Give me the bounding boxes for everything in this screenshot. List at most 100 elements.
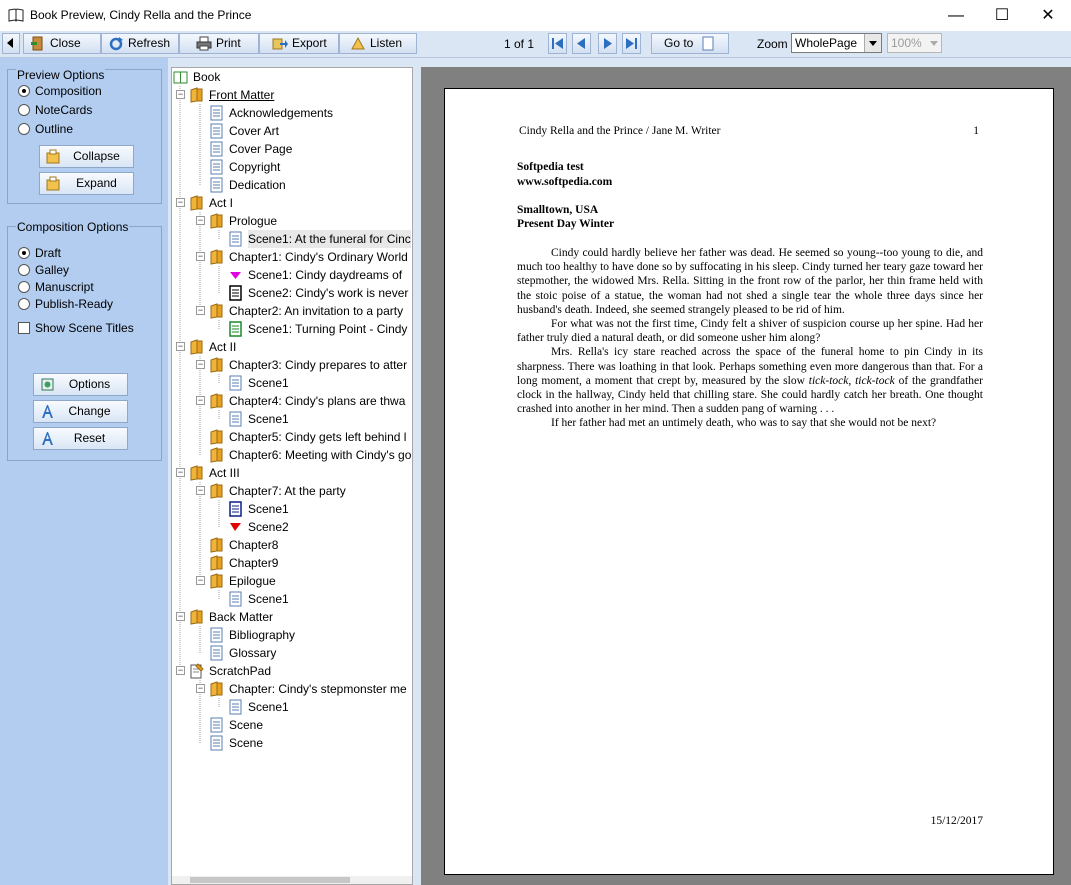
collapse-toggle[interactable]: −	[176, 342, 185, 351]
goto-button[interactable]: Go to	[651, 33, 729, 54]
zoom-select[interactable]: WholePage	[791, 33, 882, 53]
previous-page-button[interactable]	[572, 33, 591, 54]
folder-icon	[210, 483, 223, 499]
folder-icon	[210, 447, 223, 463]
refresh-icon	[109, 37, 123, 51]
print-button[interactable]: Print	[179, 33, 259, 54]
collapse-button[interactable]: Collapse	[39, 145, 134, 168]
document-icon	[229, 591, 242, 607]
reset-button[interactable]: Reset	[33, 427, 128, 450]
collapse-toggle[interactable]: −	[176, 612, 185, 621]
last-page-icon	[626, 38, 637, 49]
splitter[interactable]	[413, 58, 421, 885]
collapse-toggle[interactable]: −	[196, 396, 205, 405]
collapse-toggle[interactable]: −	[196, 576, 205, 585]
document-icon	[210, 141, 223, 157]
collapse-toggle[interactable]: −	[176, 468, 185, 477]
red-flag-icon	[230, 523, 241, 531]
folder-icon	[210, 393, 223, 409]
font-a-icon	[42, 405, 53, 418]
document-icon	[210, 735, 223, 751]
page-indicator: 1 of 1	[504, 37, 535, 51]
radio-galley[interactable]: Galley	[18, 262, 69, 278]
collapse-toggle[interactable]: −	[176, 198, 185, 207]
export-button[interactable]: Export	[259, 33, 339, 54]
folder-icon	[190, 87, 203, 103]
tree-header-gap	[171, 58, 413, 67]
scrollbar-thumb[interactable]	[190, 877, 350, 883]
collapse-toggle[interactable]: −	[196, 684, 205, 693]
author-line-1: Softpedia test	[517, 161, 584, 173]
collapse-panel-button[interactable]	[2, 33, 20, 54]
document-icon	[229, 231, 242, 247]
chevron-down-icon[interactable]	[864, 34, 881, 52]
folder-icon	[210, 357, 223, 373]
close-button[interactable]: Close	[23, 33, 101, 54]
folder-icon	[210, 249, 223, 265]
radio-outline[interactable]: Outline	[18, 121, 73, 137]
preview-header-gap	[421, 58, 1071, 67]
expand-icon	[46, 176, 60, 191]
document-icon	[210, 123, 223, 139]
window-title: Book Preview, Cindy Rella and the Prince	[30, 8, 252, 22]
folder-icon	[190, 195, 203, 211]
folder-icon	[210, 213, 223, 229]
notepad-icon	[190, 663, 204, 679]
change-button[interactable]: Change	[33, 400, 128, 423]
door-exit-icon	[31, 36, 43, 51]
collapse-icon	[46, 149, 60, 164]
folder-icon	[190, 609, 203, 625]
goto-label: Go to	[664, 36, 694, 50]
page-number: 1	[973, 125, 979, 137]
paragraph: For what was not the first time, Cindy f…	[517, 318, 983, 345]
collapse-toggle[interactable]: −	[196, 486, 205, 495]
last-page-button[interactable]	[622, 33, 641, 54]
preview-page: Cindy Rella and the Prince / Jane M. Wri…	[444, 88, 1054, 875]
collapse-toggle[interactable]: −	[176, 666, 185, 675]
maximize-button[interactable]: ☐	[979, 0, 1025, 31]
blue-document-icon	[229, 501, 242, 517]
page-body: Cindy could hardly believe her father wa…	[517, 246, 983, 431]
folder-icon	[210, 303, 223, 319]
export-icon	[272, 38, 288, 50]
zoom-percent-select: 100%	[887, 33, 942, 53]
listen-button[interactable]: Listen	[339, 33, 417, 54]
first-page-icon	[552, 38, 563, 49]
radio-composition[interactable]: Composition	[18, 83, 102, 99]
document-icon	[229, 699, 242, 715]
expand-button[interactable]: Expand	[39, 172, 134, 195]
collapse-toggle[interactable]: −	[196, 360, 205, 369]
triangle-left-icon	[7, 38, 13, 48]
title-bar: Book Preview, Cindy Rella and the Prince…	[0, 0, 1071, 32]
document-icon	[210, 159, 223, 175]
page-icon	[702, 36, 714, 51]
next-page-icon	[604, 38, 612, 49]
book-icon	[8, 8, 24, 22]
first-page-button[interactable]	[548, 33, 567, 54]
export-label: Export	[292, 36, 327, 50]
collapse-toggle[interactable]: −	[196, 306, 205, 315]
radio-publish-ready[interactable]: Publish-Ready	[18, 296, 113, 312]
radio-manuscript[interactable]: Manuscript	[18, 279, 94, 295]
green-document-icon	[229, 321, 242, 337]
font-a-icon	[42, 432, 53, 445]
radio-notecards[interactable]: NoteCards	[18, 102, 92, 118]
close-label: Close	[50, 36, 81, 50]
collapse-toggle[interactable]: −	[176, 90, 185, 99]
listen-label: Listen	[370, 36, 403, 50]
close-window-button[interactable]: ✕	[1025, 0, 1071, 31]
book-tree[interactable]: Book − Front Matter Acknowledgements Cov…	[171, 67, 413, 885]
minimize-button[interactable]: —	[933, 0, 979, 31]
tree-horizontal-scrollbar[interactable]	[172, 876, 412, 884]
show-scene-titles-checkbox[interactable]: Show Scene Titles	[18, 320, 134, 336]
options-button[interactable]: Options	[33, 373, 128, 396]
next-page-button[interactable]	[598, 33, 617, 54]
document-icon	[210, 627, 223, 643]
collapse-toggle[interactable]: −	[196, 216, 205, 225]
setting-line-1: Smalltown, USA	[517, 204, 599, 216]
collapse-toggle[interactable]: −	[196, 252, 205, 261]
preview-options-group: Preview Options Composition NoteCards Ou…	[7, 68, 162, 204]
refresh-button[interactable]: Refresh	[101, 33, 179, 54]
author-line-2: www.softpedia.com	[517, 176, 613, 188]
radio-draft[interactable]: Draft	[18, 245, 61, 261]
